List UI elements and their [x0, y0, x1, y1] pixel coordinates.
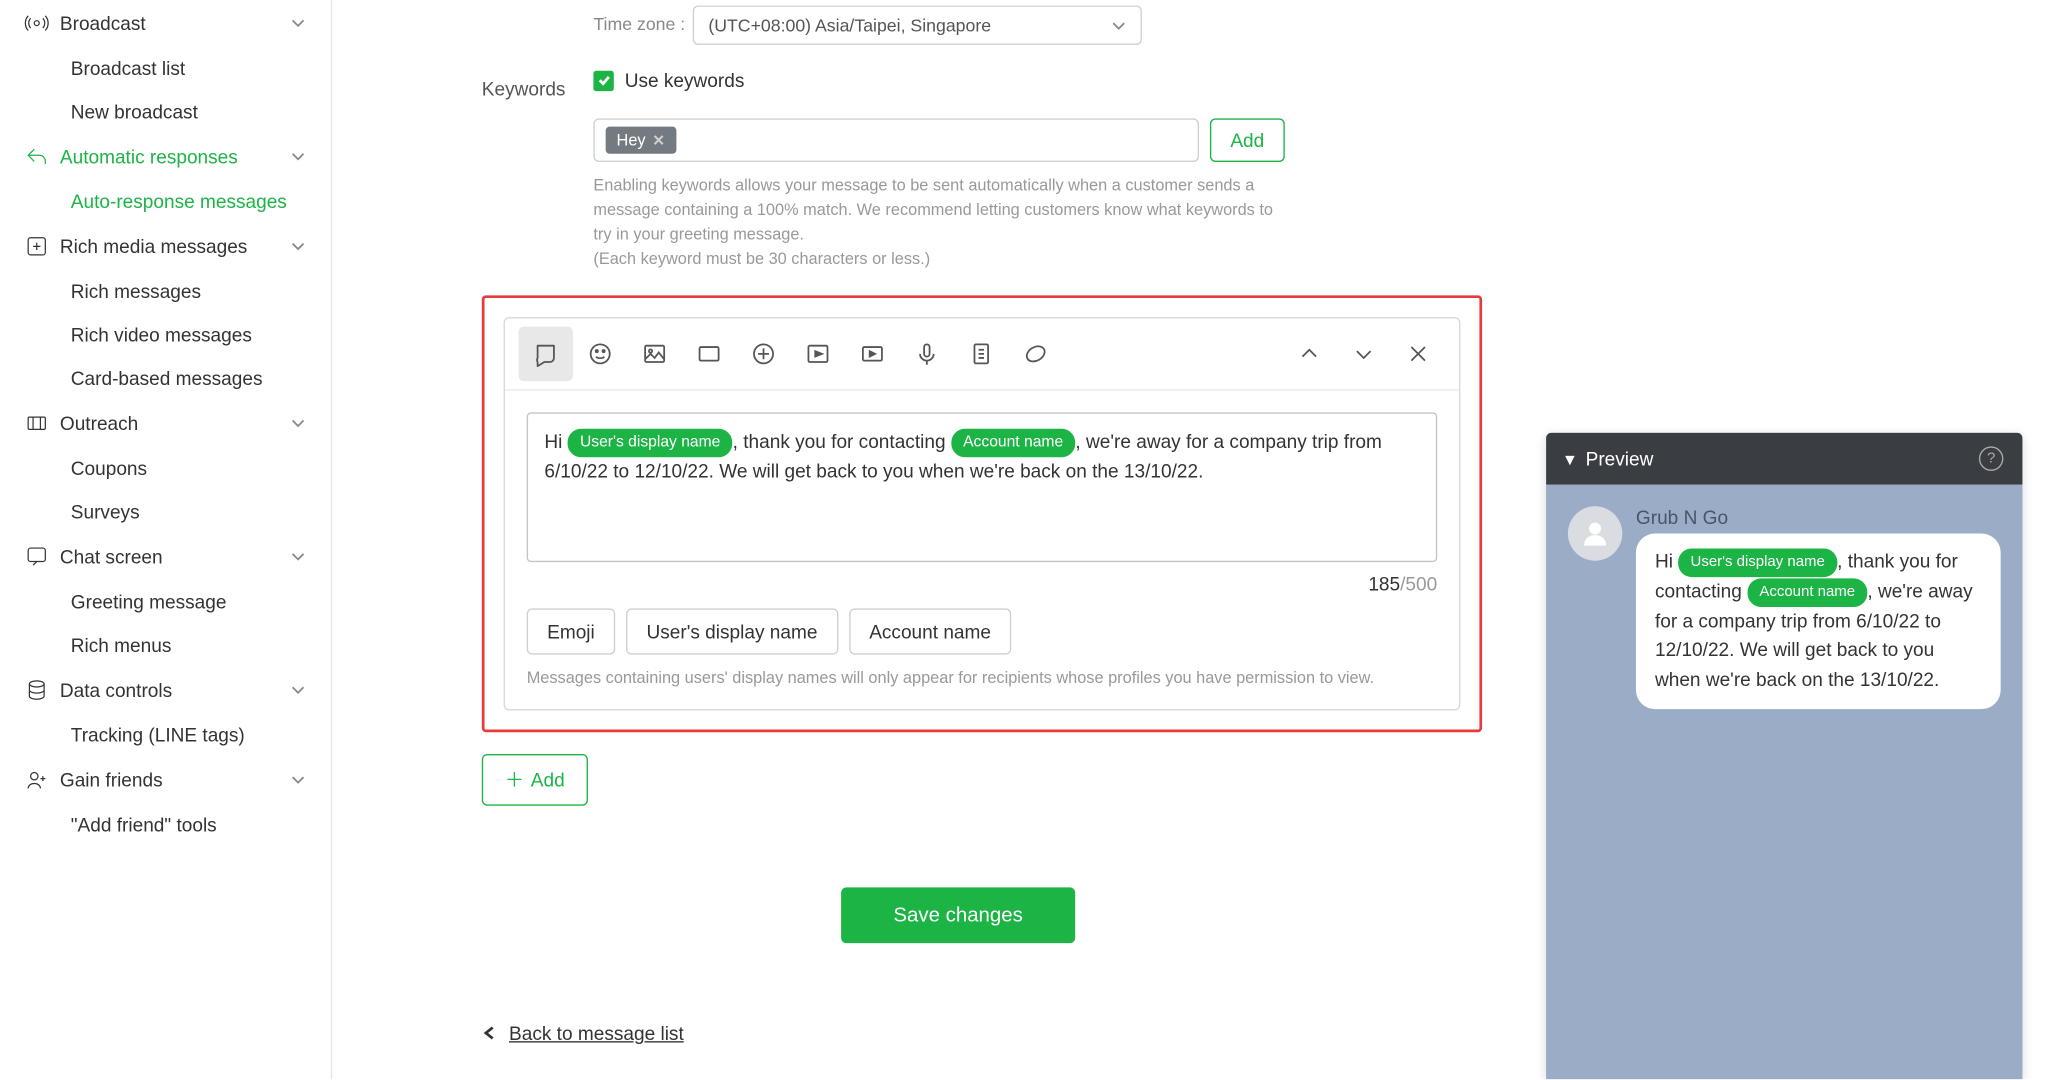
insert-user-name-button[interactable]: User's display name — [626, 608, 838, 654]
sidebar-group-broadcast[interactable]: Broadcast — [0, 0, 331, 46]
add-friend-icon — [24, 768, 48, 792]
chevron-down-icon — [290, 238, 306, 254]
text-tool-icon[interactable] — [519, 327, 573, 381]
sidebar: Broadcast Broadcast list New broadcast A… — [0, 0, 332, 1079]
chat-icon — [24, 544, 48, 568]
keyword-remove-icon[interactable]: ✕ — [652, 131, 665, 149]
preview-sender-name: Grub N Go — [1636, 506, 2001, 528]
char-counter: 185/500 — [527, 573, 1438, 595]
add-message-button[interactable]: ＋ Add — [482, 754, 588, 806]
sidebar-item-rich-messages[interactable]: Rich messages — [0, 269, 331, 313]
sidebar-item-coupons[interactable]: Coupons — [0, 446, 331, 490]
sidebar-item-broadcast-list[interactable]: Broadcast list — [0, 46, 331, 90]
database-icon — [24, 678, 48, 702]
chevron-down-icon — [1111, 17, 1127, 33]
chevron-left-icon — [482, 1025, 498, 1041]
add-keyword-button[interactable]: Add — [1210, 118, 1285, 162]
sidebar-item-rich-menus[interactable]: Rich menus — [0, 623, 331, 667]
chevron-down-icon — [290, 415, 306, 431]
plus-icon: ＋ — [505, 766, 524, 793]
sidebar-auto-label: Automatic responses — [60, 146, 238, 168]
sidebar-group-richmedia[interactable]: Rich media messages — [0, 223, 331, 269]
timezone-value: (UTC+08:00) Asia/Taipei, Singapore — [708, 15, 991, 35]
chevron-down-icon — [290, 682, 306, 698]
message-editor: Hi User's display name, thank you for co… — [504, 317, 1461, 710]
sidebar-item-surveys[interactable]: Surveys — [0, 490, 331, 534]
sidebar-group-auto[interactable]: Automatic responses — [0, 133, 331, 179]
sidebar-group-outreach[interactable]: Outreach — [0, 400, 331, 446]
sidebar-group-gain[interactable]: Gain friends — [0, 757, 331, 803]
save-changes-button[interactable]: Save changes — [842, 887, 1075, 943]
editor-disclaimer: Messages containing users' display names… — [527, 668, 1438, 687]
user-display-name-pill: User's display name — [568, 428, 733, 457]
voice-tool-icon[interactable] — [900, 327, 954, 381]
insert-account-name-button[interactable]: Account name — [849, 608, 1012, 654]
sidebar-richmedia-label: Rich media messages — [60, 235, 247, 257]
move-up-icon[interactable] — [1282, 327, 1336, 381]
image-tool-icon[interactable] — [627, 327, 681, 381]
timezone-label: Time zone : — [593, 5, 685, 34]
message-textarea[interactable]: Hi User's display name, thank you for co… — [527, 412, 1438, 562]
chevron-down-icon — [290, 772, 306, 788]
outreach-icon — [24, 411, 48, 435]
preview-user-pill: User's display name — [1678, 548, 1837, 577]
use-keywords-checkbox[interactable] — [593, 70, 613, 90]
help-icon[interactable]: ? — [1979, 446, 2003, 470]
sidebar-group-chat[interactable]: Chat screen — [0, 534, 331, 580]
preview-account-pill: Account name — [1747, 578, 1867, 607]
main-content: Time zone : (UTC+08:00) Asia/Taipei, Sin… — [332, 0, 2063, 1079]
sticker-tool-icon[interactable] — [573, 327, 627, 381]
cardmessage-tool-icon[interactable] — [1009, 327, 1063, 381]
message-editor-highlight: Hi User's display name, thank you for co… — [482, 295, 1482, 732]
sidebar-outreach-label: Outreach — [60, 412, 138, 434]
sidebar-item-tracking[interactable]: Tracking (LINE tags) — [0, 713, 331, 757]
sidebar-broadcast-label: Broadcast — [60, 12, 146, 34]
editor-toolbar — [505, 318, 1459, 390]
reply-icon — [24, 144, 48, 168]
video-tool-icon[interactable] — [845, 327, 899, 381]
timezone-select[interactable]: (UTC+08:00) Asia/Taipei, Singapore — [693, 5, 1142, 44]
keywords-label: Keywords — [482, 69, 594, 99]
chevron-down-icon — [290, 548, 306, 564]
sidebar-gain-label: Gain friends — [60, 769, 163, 791]
sidebar-item-rich-video[interactable]: Rich video messages — [0, 313, 331, 357]
broadcast-icon — [24, 11, 48, 35]
triangle-down-icon: ▾ — [1565, 447, 1575, 470]
account-name-pill: Account name — [951, 428, 1076, 457]
keyword-chip: Hey ✕ — [606, 127, 676, 154]
preview-header[interactable]: ▾ Preview ? — [1546, 433, 2022, 485]
survey-tool-icon[interactable] — [954, 327, 1008, 381]
keywords-help: Enabling keywords allows your message to… — [593, 173, 1274, 271]
close-icon[interactable] — [1391, 327, 1445, 381]
chevron-down-icon — [290, 148, 306, 164]
keyword-input[interactable]: Hey ✕ — [593, 118, 1199, 162]
sidebar-data-label: Data controls — [60, 679, 172, 701]
richmessage-tool-icon[interactable] — [736, 327, 790, 381]
sidebar-item-auto-response[interactable]: Auto-response messages — [0, 180, 331, 224]
use-keywords-label: Use keywords — [625, 69, 745, 91]
sidebar-item-greeting[interactable]: Greeting message — [0, 580, 331, 624]
preview-title: Preview — [1586, 448, 1654, 470]
avatar — [1568, 506, 1622, 560]
insert-emoji-button[interactable]: Emoji — [527, 608, 615, 654]
back-to-list-link[interactable]: Back to message list — [482, 1022, 684, 1044]
preview-panel: ▾ Preview ? Grub N Go Hi User's display … — [1546, 433, 2022, 1079]
plus-box-icon — [24, 234, 48, 258]
sidebar-group-data[interactable]: Data controls — [0, 667, 331, 713]
coupon-tool-icon[interactable] — [682, 327, 736, 381]
richvideo-tool-icon[interactable] — [791, 327, 845, 381]
sidebar-chat-label: Chat screen — [60, 546, 163, 568]
move-down-icon[interactable] — [1337, 327, 1391, 381]
sidebar-item-new-broadcast[interactable]: New broadcast — [0, 90, 331, 134]
sidebar-item-add-friend-tools[interactable]: "Add friend" tools — [0, 803, 331, 847]
preview-bubble: Hi User's display name, thank you for co… — [1636, 534, 2001, 709]
sidebar-item-card-based[interactable]: Card-based messages — [0, 357, 331, 401]
chevron-down-icon — [290, 15, 306, 31]
keyword-chip-text: Hey — [617, 131, 646, 150]
